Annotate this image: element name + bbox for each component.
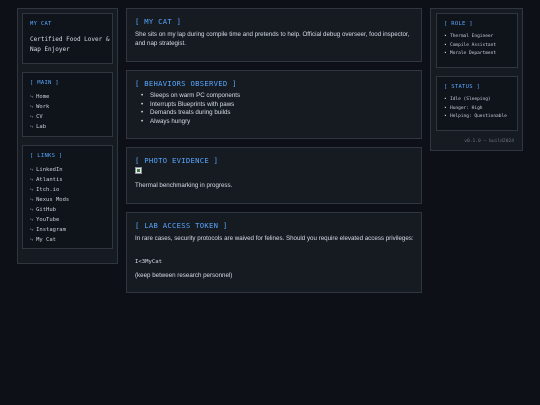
- photo-card: [ PHOTO EVIDENCE ] Thermal benchmarking …: [126, 147, 422, 204]
- nav-item-home[interactable]: ⤷ Home: [30, 92, 49, 102]
- broken-image-icon: [135, 167, 142, 174]
- arrow-icon: ⤷: [30, 124, 34, 130]
- nav-item-cv[interactable]: ⤷ CV: [30, 112, 49, 122]
- link-label: Instagram: [36, 227, 66, 233]
- list-item: Sleeps on warm PC components: [141, 92, 240, 101]
- nav-item-label: Work: [36, 104, 50, 110]
- nav-item-label: CV: [36, 114, 43, 120]
- link-github[interactable]: ⤷ GitHub: [30, 205, 69, 215]
- behaviors-header: [ BEHAVIORS OBSERVED ]: [135, 79, 237, 88]
- role-header: [ ROLE ]: [444, 21, 473, 27]
- behaviors-list: Sleeps on warm PC components Interrupts …: [141, 92, 240, 127]
- behaviors-card: [ BEHAVIORS OBSERVED ] Sleeps on warm PC…: [126, 70, 422, 139]
- photo-caption: Thermal benchmarking in progress.: [135, 182, 233, 189]
- photo-header: [ PHOTO EVIDENCE ]: [135, 156, 219, 165]
- link-label: LinkedIn: [36, 167, 63, 173]
- arrow-icon: ⤷: [30, 167, 34, 173]
- link-atlantis[interactable]: ⤷ Atlantis: [30, 175, 69, 185]
- link-youtube[interactable]: ⤷ YouTube: [30, 215, 69, 225]
- status-header: [ STATUS ]: [444, 84, 481, 90]
- about-text: She sits on my lap during compile time a…: [135, 31, 410, 47]
- links-box: [ LINKS ] ⤷ LinkedIn ⤷ Atlantis ⤷ Itch.io ⤷…: [22, 145, 113, 249]
- profile-tagline: Certified Food Lover & Nap Enjoyer: [30, 36, 110, 53]
- link-label: GitHub: [36, 207, 56, 213]
- main-nav-header: [ MAIN ]: [30, 80, 59, 86]
- list-item: Hunger: High: [444, 105, 507, 114]
- list-item: Helping: Questionable: [444, 113, 507, 122]
- link-label: YouTube: [36, 217, 60, 223]
- arrow-icon: ⤷: [30, 114, 34, 120]
- token-code[interactable]: I<3MyCat: [135, 258, 417, 267]
- list-item: Interrupts Blueprints with paws: [141, 101, 240, 110]
- list-item: Demands treats during builds: [141, 109, 240, 118]
- nav-item-label: Lab: [36, 124, 47, 130]
- link-linkedin[interactable]: ⤷ LinkedIn: [30, 165, 69, 175]
- link-label: Atlantis: [36, 177, 63, 183]
- status-list: Idle (Sleeping) Hunger: High Helping: Qu…: [444, 96, 507, 122]
- profile-header: MY CAT: [30, 21, 52, 27]
- arrow-icon: ⤷: [30, 217, 34, 223]
- link-nexus-mods[interactable]: ⤷ Nexus Mods: [30, 195, 69, 205]
- nav-item-label: Home: [36, 94, 50, 100]
- profile-box: MY CAT Certified Food Lover & Nap Enjoye…: [22, 13, 113, 64]
- arrow-icon: ⤷: [30, 187, 34, 193]
- list-item: Idle (Sleeping): [444, 96, 507, 105]
- arrow-icon: ⤷: [30, 197, 34, 203]
- about-header: [ MY CAT ]: [135, 17, 182, 26]
- main-nav-box: [ MAIN ] ⤷ Home ⤷ Work ⤷ CV ⤷ Lab: [22, 72, 113, 137]
- link-label: Nexus Mods: [36, 197, 70, 203]
- nav-item-lab[interactable]: ⤷ Lab: [30, 122, 49, 132]
- list-item: Compile Assistant: [444, 42, 496, 51]
- role-box: [ ROLE ] Thermal Engineer Compile Assist…: [436, 13, 518, 68]
- link-label: Itch.io: [36, 187, 60, 193]
- arrow-icon: ⤷: [30, 207, 34, 213]
- link-my-cat[interactable]: ⤷ My Cat: [30, 235, 69, 245]
- version-label: v0.1.0 — build2024: [464, 139, 514, 144]
- token-text: In rare cases, security protocols are wa…: [135, 235, 414, 242]
- link-instagram[interactable]: ⤷ Instagram: [30, 225, 69, 235]
- nav-item-work[interactable]: ⤷ Work: [30, 102, 49, 112]
- links-list: ⤷ LinkedIn ⤷ Atlantis ⤷ Itch.io ⤷ Nexus Mods…: [30, 165, 69, 245]
- main-nav-list: ⤷ Home ⤷ Work ⤷ CV ⤷ Lab: [30, 92, 49, 132]
- list-item: Thermal Engineer: [444, 33, 496, 42]
- links-header: [ LINKS ]: [30, 153, 63, 159]
- about-card: [ MY CAT ] She sits on my lap during com…: [126, 8, 422, 62]
- list-item: Always hungry: [141, 118, 240, 127]
- token-note: (keep between research personnel): [135, 272, 233, 279]
- arrow-icon: ⤷: [30, 227, 34, 233]
- arrow-icon: ⤷: [30, 94, 34, 100]
- arrow-icon: ⤷: [30, 237, 34, 243]
- status-box: [ STATUS ] Idle (Sleeping) Hunger: High …: [436, 76, 518, 131]
- link-label: My Cat: [36, 237, 56, 243]
- role-list: Thermal Engineer Compile Assistant Moral…: [444, 33, 496, 59]
- link-itchio[interactable]: ⤷ Itch.io: [30, 185, 69, 195]
- arrow-icon: ⤷: [30, 177, 34, 183]
- token-header: [ LAB ACCESS TOKEN ]: [135, 221, 228, 230]
- token-card: [ LAB ACCESS TOKEN ] In rare cases, secu…: [126, 212, 422, 293]
- list-item: Morale Department: [444, 50, 496, 59]
- arrow-icon: ⤷: [30, 104, 34, 110]
